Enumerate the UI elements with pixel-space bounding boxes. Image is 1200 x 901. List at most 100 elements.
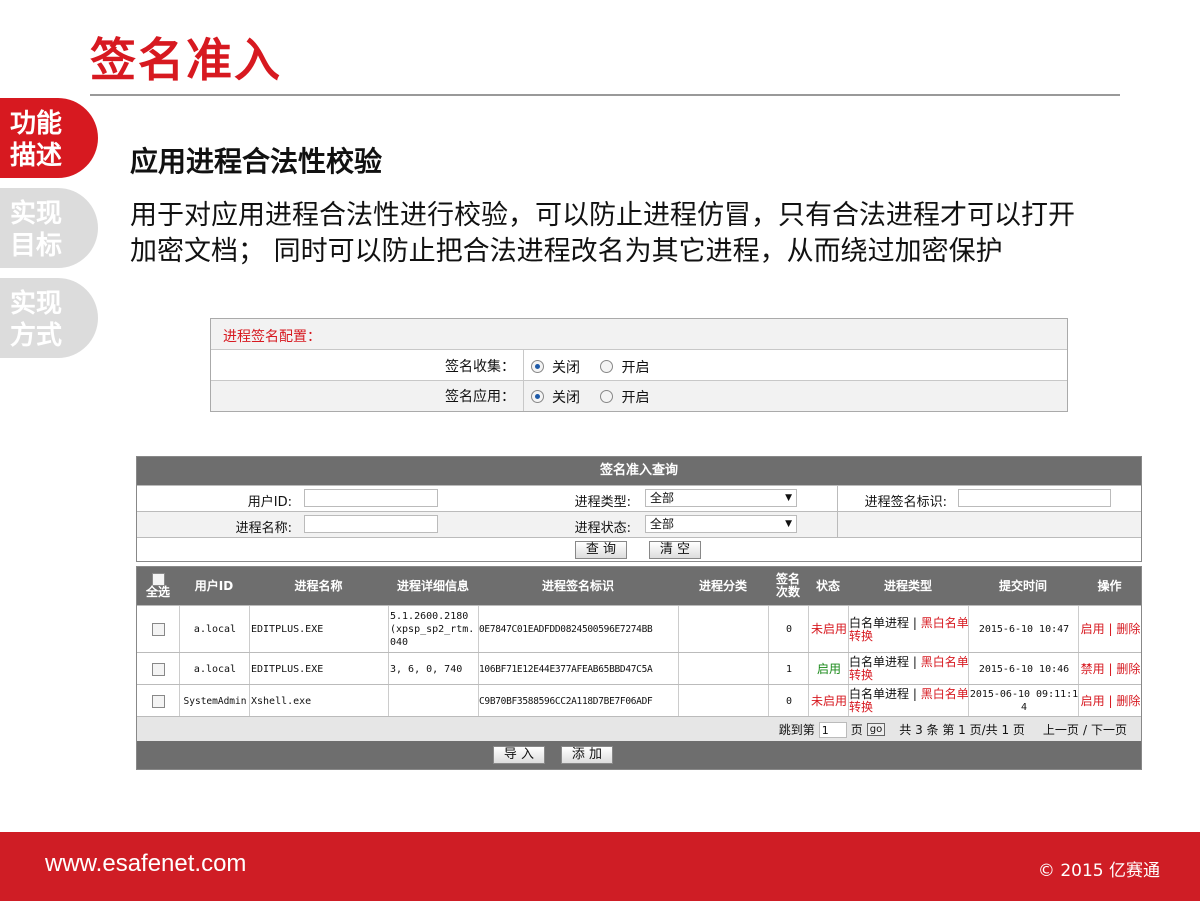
sidebar-tab-approach[interactable]: 实现 方式 [0, 278, 98, 358]
cell-process-type: 白名单进程 | 黑白名单转换 [848, 685, 969, 717]
delete-link[interactable]: 删除 [1116, 662, 1140, 676]
header-action: 操作 [1097, 578, 1122, 593]
prev-page-link[interactable]: 上一页 [1043, 721, 1079, 738]
cell-signature: 106BF71E12E44E377AFEAB65BBD47C5A [478, 653, 679, 685]
footer-url: www.esafenet.com [45, 850, 247, 877]
cell-process-detail [388, 685, 479, 717]
footer-copyright: © 2015 亿赛通 [1037, 861, 1160, 881]
row-select [137, 653, 179, 685]
query-row-buttons: 查 询 清 空 [137, 537, 1141, 562]
cell-status: 未启用 [808, 685, 849, 717]
next-page-link[interactable]: 下一页 [1091, 721, 1127, 738]
enable-link[interactable]: 启用 [1081, 622, 1105, 636]
signature-results-grid: 全选 用户ID 进程名称 进程详细信息 进程签名标识 进程分类 签名次数 状态 … [136, 566, 1142, 770]
pager-separator: / [1082, 722, 1087, 737]
cell-process-type: 白名单进程 | 黑白名单转换 [848, 606, 969, 653]
jump-label: 跳到第 [778, 723, 815, 737]
grid-header: 全选 用户ID 进程名称 进程详细信息 进程签名标识 进程分类 签名次数 状态 … [137, 567, 1141, 605]
description-line: 加密文档； 同时可以防止把合法进程改名为其它进程，从而绕过加密保护 [130, 236, 1003, 267]
header-category: 进程分类 [698, 578, 747, 593]
clear-button[interactable]: 清 空 [649, 541, 701, 559]
query-panel-title: 签名准入查询 [137, 457, 1141, 485]
process-status-select[interactable]: 全部 ▼ [645, 515, 797, 533]
user-id-label: 用户ID: [247, 495, 292, 510]
cell-sign-count: 1 [768, 653, 809, 685]
header-signature: 进程签名标识 [541, 578, 614, 593]
import-button[interactable]: 导 入 [493, 746, 545, 764]
radio-label: 开启 [621, 360, 650, 376]
process-type-text: 白名单进程 [849, 615, 910, 630]
cell-user: SystemAdmin [179, 685, 250, 717]
delete-link[interactable]: 删除 [1116, 622, 1140, 636]
add-button[interactable]: 添 加 [561, 746, 613, 764]
config-row-collect: 签名收集： 关闭 开启 [211, 349, 1067, 380]
enable-link[interactable]: 启用 [1081, 694, 1105, 708]
radio-group-collect: 关闭 开启 [531, 357, 649, 377]
page-unit-label: 页 [850, 723, 863, 737]
sidebar-tab-label: 实现 [10, 289, 63, 319]
divider [837, 486, 838, 511]
user-id-input[interactable] [304, 489, 438, 507]
process-name-label: 进程名称: [235, 521, 292, 536]
process-status-label: 进程状态: [574, 521, 631, 536]
header-process-type: 进程类型 [883, 578, 932, 593]
process-name-input[interactable] [304, 515, 438, 533]
row-checkbox[interactable] [151, 623, 165, 636]
row-checkbox[interactable] [151, 694, 165, 708]
search-button[interactable]: 查 询 [575, 541, 627, 559]
cell-process-name: Xshell.exe [249, 685, 390, 717]
header-status: 状态 [815, 578, 840, 593]
cell-status: 未启用 [808, 606, 849, 653]
select-all-header[interactable]: 全选 [137, 567, 179, 605]
slide-footer: www.esafenet.com © 2015 亿赛通 [0, 832, 1200, 901]
cell-category [678, 685, 769, 717]
page-number-input[interactable]: 1 [818, 721, 847, 738]
delete-link[interactable]: 删除 [1116, 694, 1140, 708]
signature-query-panel: 签名准入查询 用户ID: 进程类型: 全部 ▼ 进程签名标识: 进程名称: 进程状… [136, 456, 1142, 562]
process-type-text: 白名单进程 [849, 687, 910, 701]
radio-on[interactable] [600, 360, 614, 373]
cell-action: 启用 | 删除 [1078, 685, 1142, 717]
config-title: 进程签名配置： [223, 329, 321, 345]
signature-id-label: 进程签名标识: [864, 495, 947, 510]
select-value: 全部 [650, 491, 675, 505]
divider [837, 512, 838, 537]
cell-signature: C9B70BF3588596CC2A118D7BE7F06ADF [478, 685, 679, 717]
divider [523, 381, 524, 411]
cell-action: 禁用 | 删除 [1078, 653, 1142, 685]
pager-controls: 跳到第 1 页 go 共 3 条 第 1 页/共 1 页 上一页 / 下一页 [779, 721, 1127, 738]
header-sign-count: 签名次数 [775, 572, 800, 599]
config-title-row: 进程签名配置： [211, 319, 1067, 349]
sidebar-tab-label: 方式 [10, 321, 63, 351]
sidebar-tab-function-description[interactable]: 功能 描述 [0, 98, 98, 178]
row-select [137, 606, 179, 653]
cell-process-name: EDITPLUS.EXE [249, 653, 390, 685]
signature-id-input[interactable] [958, 489, 1111, 507]
radio-label: 关闭 [552, 390, 580, 406]
config-row-apply: 签名应用： 关闭 开启 [211, 380, 1067, 411]
header-process-name: 进程名称 [294, 578, 343, 593]
row-checkbox[interactable] [151, 662, 165, 676]
radio-label: 关闭 [552, 360, 580, 376]
disable-link[interactable]: 禁用 [1081, 662, 1105, 676]
row-select [137, 685, 179, 717]
table-row: SystemAdmin Xshell.exe C9B70BF3588596CC2… [137, 684, 1141, 717]
select-value: 全部 [650, 517, 675, 531]
process-type-select[interactable]: 全部 ▼ [645, 489, 797, 507]
cell-status: 启用 [808, 653, 849, 685]
radio-group-apply: 关闭 开启 [531, 387, 649, 407]
go-button[interactable]: go [866, 723, 886, 736]
cell-action: 启用 | 删除 [1078, 606, 1142, 653]
process-type-label: 进程类型: [574, 495, 631, 510]
radio-label: 开启 [621, 390, 650, 406]
process-type-text: 白名单进程 [849, 655, 910, 669]
cell-process-detail: 3, 6, 0, 740 [388, 653, 481, 685]
header-label: 全选 [145, 585, 170, 599]
query-row-2: 进程名称: 进程状态: 全部 ▼ [137, 511, 1141, 537]
header-submit-time: 提交时间 [998, 578, 1047, 593]
sidebar-tab-goals[interactable]: 实现 目标 [0, 188, 98, 268]
radio-off[interactable] [531, 390, 544, 403]
radio-on[interactable] [600, 390, 614, 403]
cell-sign-count: 0 [768, 606, 809, 653]
radio-off[interactable] [531, 360, 544, 373]
